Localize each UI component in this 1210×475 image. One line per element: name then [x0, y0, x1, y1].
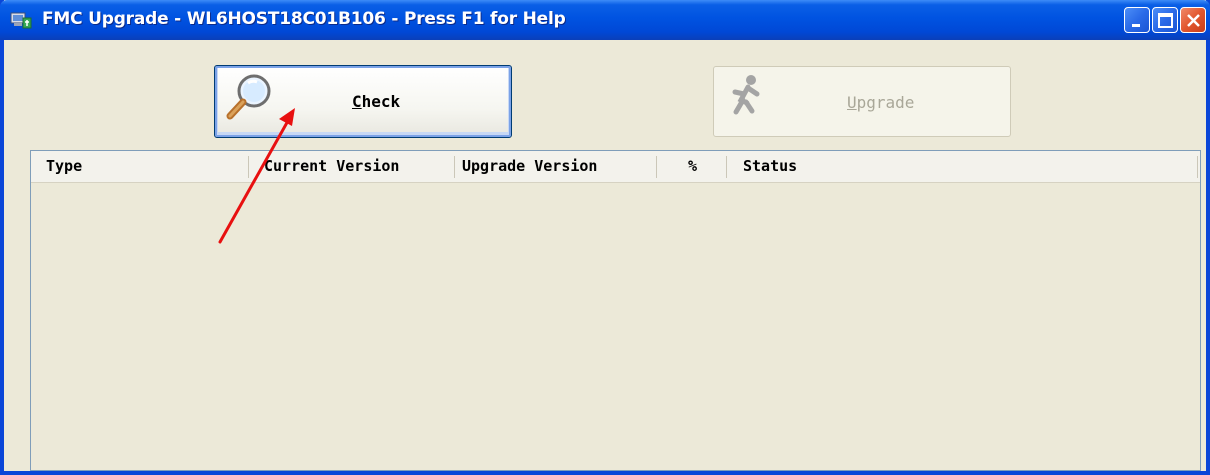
column-divider[interactable] — [656, 156, 657, 178]
upgrade-button-label: Upgrade — [847, 93, 915, 112]
minimize-button[interactable] — [1124, 7, 1150, 33]
magnifier-icon — [223, 70, 277, 128]
title-bar[interactable]: FMC Upgrade - WL6HOST18C01B106 - Press F… — [0, 0, 1210, 40]
column-header-status[interactable]: Status — [743, 151, 797, 182]
window-title: FMC Upgrade - WL6HOST18C01B106 - Press F… — [42, 9, 566, 29]
list-body[interactable] — [31, 183, 1200, 470]
column-header-upgrade-version[interactable]: Upgrade Version — [462, 151, 597, 182]
upgrade-button[interactable]: Upgrade — [713, 66, 1011, 137]
column-divider[interactable] — [454, 156, 455, 178]
maximize-icon — [1158, 13, 1173, 28]
column-header-percent[interactable]: % — [688, 151, 697, 182]
fmc-upgrade-window: FMC Upgrade - WL6HOST18C01B106 - Press F… — [0, 0, 1210, 475]
column-divider[interactable] — [248, 156, 249, 178]
app-icon — [10, 10, 32, 30]
close-icon — [1187, 14, 1200, 27]
column-divider[interactable] — [726, 156, 727, 178]
list-header: Type Current Version Upgrade Version % S… — [31, 151, 1200, 183]
check-button[interactable]: Check — [214, 65, 512, 138]
upgrade-list[interactable]: Type Current Version Upgrade Version % S… — [30, 150, 1201, 471]
running-man-icon — [726, 73, 766, 121]
column-header-type[interactable]: Type — [46, 151, 82, 182]
column-divider[interactable] — [1197, 156, 1198, 178]
minimize-icon — [1132, 24, 1140, 27]
column-header-current-version[interactable]: Current Version — [264, 151, 399, 182]
check-button-label: Check — [352, 92, 401, 111]
window-content: Check Upgrade Type Current Version Upgra… — [4, 40, 1206, 471]
close-button[interactable] — [1180, 7, 1206, 33]
maximize-button[interactable] — [1152, 7, 1178, 33]
